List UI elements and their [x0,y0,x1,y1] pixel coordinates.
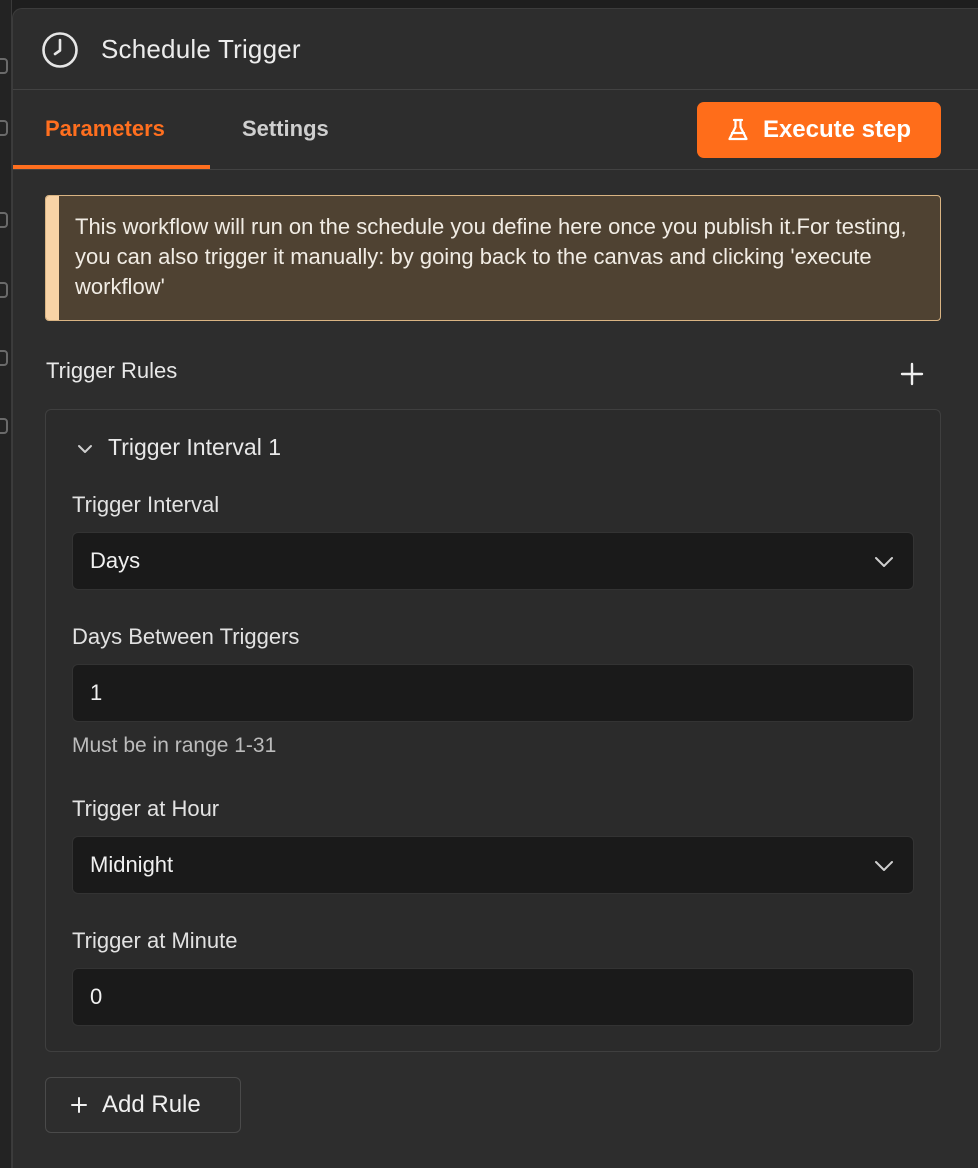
trigger-minute-input[interactable]: 0 [72,968,914,1026]
panel-header: Schedule Trigger [13,9,978,90]
tab-settings[interactable]: Settings [242,91,329,169]
trigger-hour-select[interactable]: Midnight [72,836,914,894]
add-rule-button[interactable]: Add Rule [45,1077,241,1133]
notice-text: This workflow will run on the schedule y… [75,214,907,299]
chevron-down-icon[interactable] [74,438,96,460]
sidebar-node-icon[interactable] [0,120,8,136]
trigger-hour-value: Midnight [90,852,174,877]
add-trigger-rule-plus-icon[interactable] [897,359,927,389]
days-between-input[interactable]: 1 [72,664,914,722]
sidebar-search-icon[interactable] [0,58,8,74]
schedule-notice: This workflow will run on the schedule y… [45,195,941,321]
trigger-hour-label: Trigger at Hour [72,796,220,821]
trigger-minute-value: 0 [90,984,103,1009]
trigger-interval-value: Days [90,548,141,573]
sidebar-user-icon[interactable] [0,282,8,298]
execute-step-label: Execute step [762,116,912,143]
trigger-rule-card: Trigger Interval 1 Trigger Interval Days… [45,409,941,1052]
trigger-rules-label: Trigger Rules [46,358,178,383]
app-sidebar-strip [0,0,12,1168]
active-tab-indicator [13,165,210,169]
notice-accent-bar [46,196,59,320]
execute-step-button[interactable]: Execute step [697,102,941,158]
rule-title: Trigger Interval 1 [108,434,281,460]
sidebar-upload-icon[interactable] [0,350,8,366]
days-between-label: Days Between Triggers [72,624,300,649]
node-settings-panel: Schedule Trigger Parameters Settings Exe… [12,8,978,1168]
trigger-minute-label: Trigger at Minute [72,928,238,953]
sidebar-help-icon[interactable] [0,418,8,434]
trigger-interval-select[interactable]: Days [72,532,914,590]
sidebar-home-icon[interactable] [0,212,8,228]
add-rule-label: Add Rule [102,1091,201,1118]
days-between-hint: Must be in range 1-31 [72,734,277,757]
tab-parameters[interactable]: Parameters [45,91,165,169]
panel-title: Schedule Trigger [101,34,301,64]
chevron-down-icon [875,861,893,871]
flask-icon [728,118,748,141]
days-between-value: 1 [90,680,103,705]
clock-icon [42,32,78,68]
plus-icon [71,1097,87,1113]
chevron-down-icon [875,557,893,567]
trigger-interval-label: Trigger Interval [72,492,220,517]
